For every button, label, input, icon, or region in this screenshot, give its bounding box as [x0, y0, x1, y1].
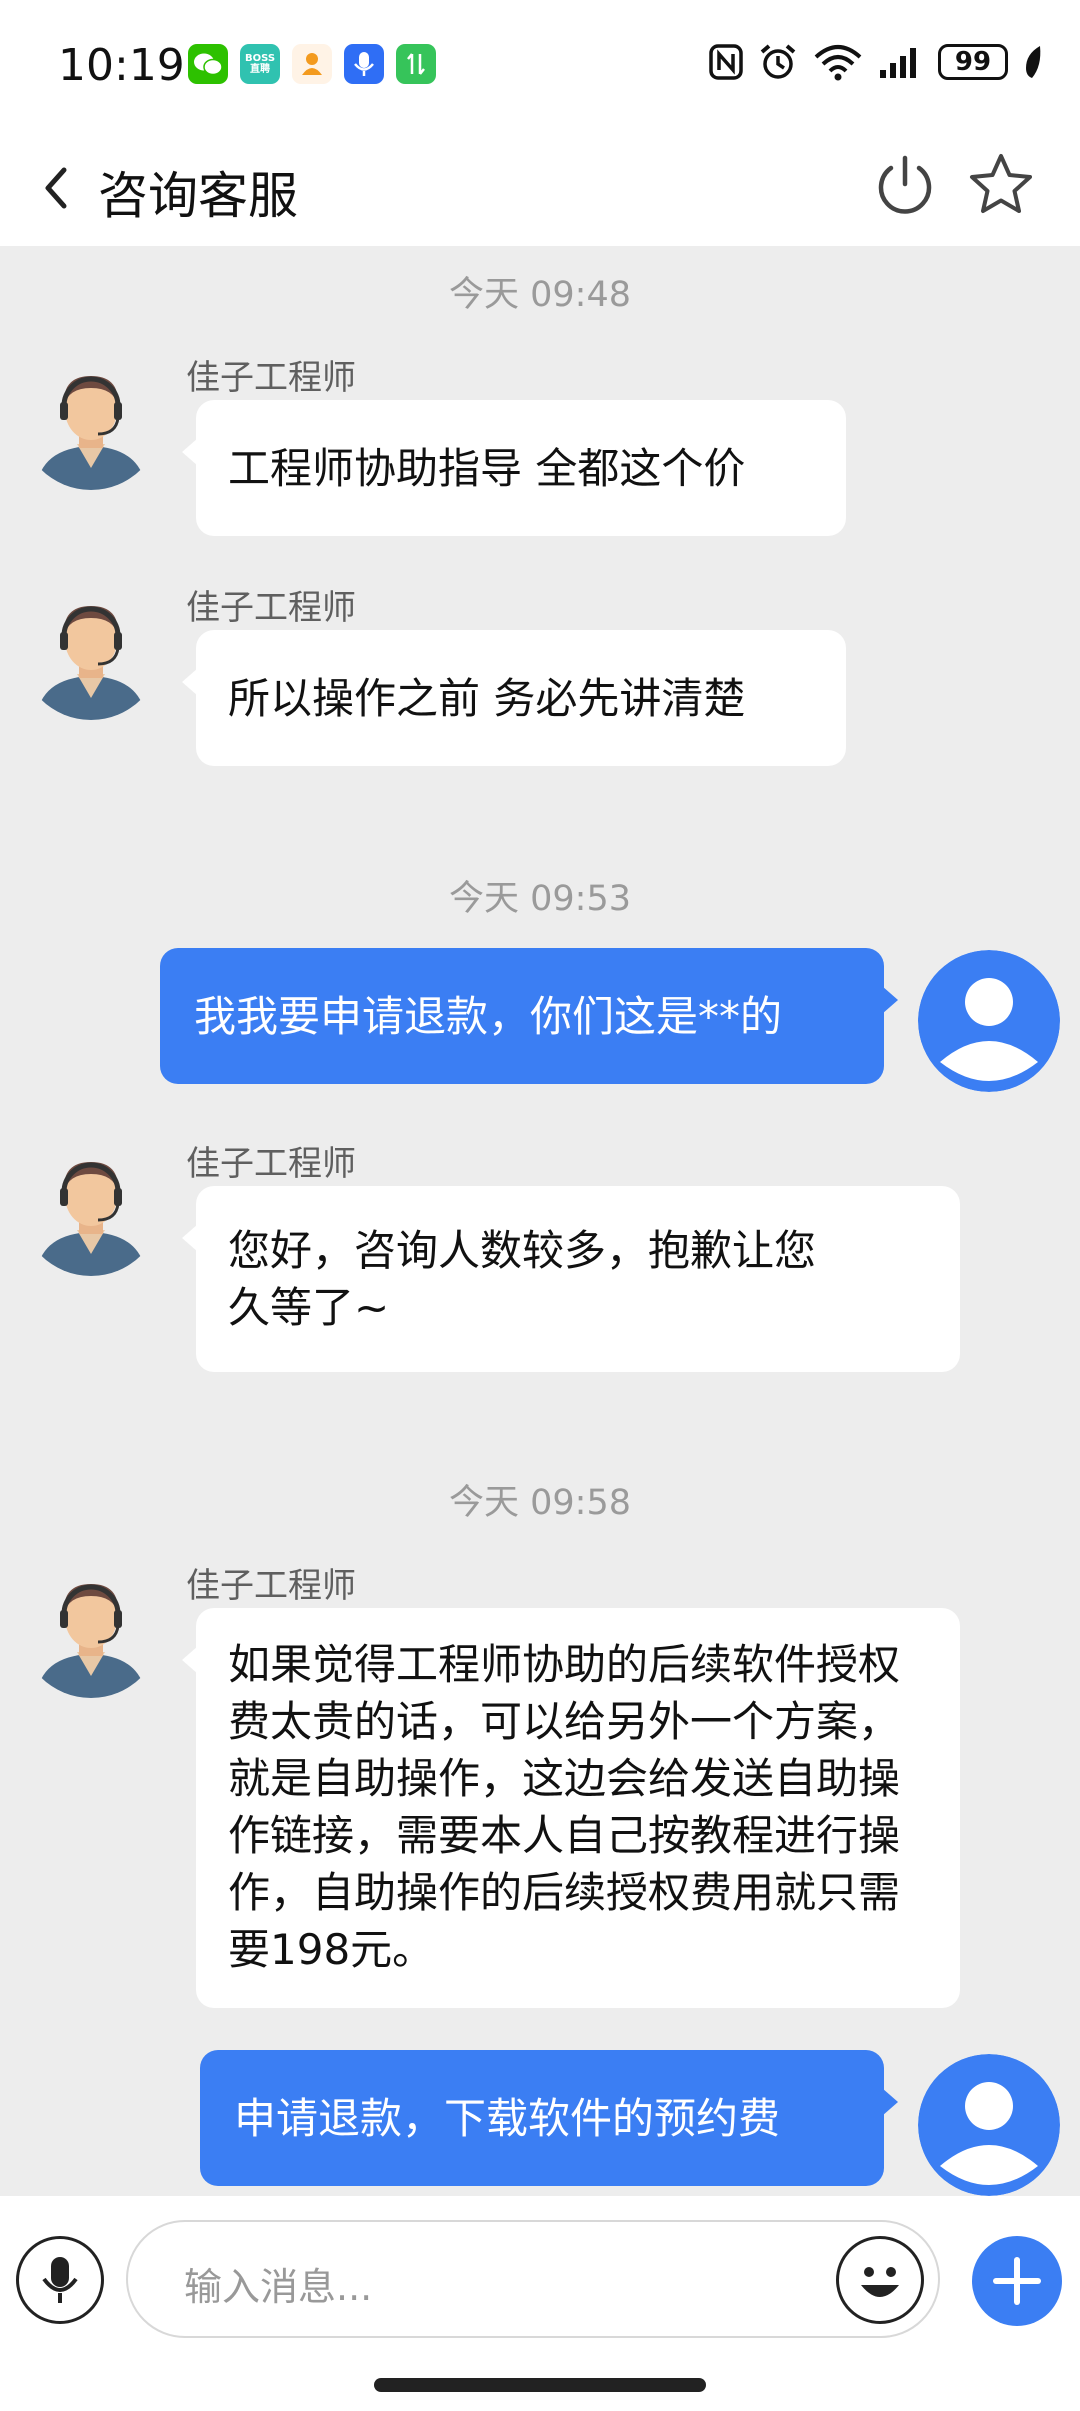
- voice-input-button[interactable]: [16, 2236, 104, 2324]
- transfer-icon: [396, 44, 436, 84]
- message-bubble-outgoing[interactable]: 申请退款，下载软件的预约费: [200, 2050, 898, 2186]
- wechat-icon: [188, 44, 228, 84]
- battery-icon: 99: [938, 44, 1008, 80]
- power-button[interactable]: [872, 150, 938, 220]
- chevron-left-icon: [45, 167, 67, 209]
- message-line: 作链接，需要本人自己按教程进行操: [228, 1811, 901, 1860]
- alarm-icon: [760, 44, 796, 79]
- page-title: 咨询客服: [98, 167, 298, 225]
- message-text: 所以操作之前 务必先讲清楚: [228, 673, 746, 723]
- message-bubble[interactable]: 所以操作之前 务必先讲清楚: [182, 630, 846, 766]
- star-icon: [970, 154, 1032, 213]
- header: 咨询客服: [0, 130, 1080, 246]
- leaf-icon: [1026, 46, 1041, 78]
- sender-name: 佳子工程师: [186, 1144, 356, 1184]
- status-time: 10:19: [58, 40, 185, 91]
- engineer-avatar[interactable]: [20, 1134, 162, 1276]
- input-bar: 输入消息...: [0, 2196, 1080, 2411]
- mic-app-icon: [344, 44, 384, 84]
- chat-area[interactable]: 今天 09:48 佳子工程师 工程师协助指导 全都这个价 佳子工程师 所以操作之…: [0, 246, 1080, 2196]
- nfc-icon: [709, 44, 743, 80]
- sender-name: 佳子工程师: [186, 588, 356, 628]
- message-bubble[interactable]: 您好，咨询人数较多，抱歉让您 久等了~: [182, 1186, 960, 1372]
- message-bubble[interactable]: 如果觉得工程师协助的后续软件授权 费太贵的话，可以给另外一个方案， 就是自助操作…: [182, 1608, 960, 2008]
- message-line: 要198元。: [228, 1925, 435, 1974]
- status-bar: 10:19 BOSS 直聘 99: [0, 0, 1080, 130]
- system-icons: 99: [708, 42, 1044, 82]
- message-line: 如果觉得工程师协助的后续软件授权: [228, 1640, 901, 1689]
- engineer-avatar[interactable]: [20, 1556, 162, 1698]
- power-icon: [878, 155, 932, 214]
- message-text: 申请退款，下载软件的预约费: [234, 2093, 781, 2143]
- message-timestamp: 今天 09:53: [449, 879, 631, 919]
- emoji-button[interactable]: [836, 2236, 924, 2324]
- engineer-avatar[interactable]: [20, 348, 162, 490]
- message-line: 就是自助操作，这边会给发送自助操: [228, 1754, 901, 1803]
- boss-icon: BOSS 直聘: [240, 44, 280, 84]
- back-button[interactable]: [36, 158, 86, 218]
- message-input[interactable]: 输入消息...: [126, 2220, 940, 2338]
- message-bubble-outgoing[interactable]: 我我要申请退款，你们这是**的: [160, 948, 898, 1084]
- notification-icons: BOSS 直聘: [188, 44, 436, 84]
- home-indicator[interactable]: [374, 2378, 706, 2392]
- plus-icon: [993, 2257, 1041, 2305]
- emoji-icon: [861, 2267, 899, 2297]
- message-bubble[interactable]: 工程师协助指导 全都这个价: [182, 400, 846, 536]
- app-icon: [292, 44, 332, 84]
- message-input-placeholder: 输入消息...: [184, 2265, 373, 2309]
- message-line: 您好，咨询人数较多，抱歉让您: [228, 1226, 817, 1275]
- message-line: 作，自助操作的后续授权费用就只需: [228, 1868, 901, 1917]
- message-text: 工程师协助指导 全都这个价: [228, 443, 746, 493]
- sender-name: 佳子工程师: [186, 1566, 356, 1606]
- wifi-icon: [814, 45, 862, 81]
- user-avatar[interactable]: [918, 2054, 1060, 2196]
- message-line: 费太贵的话，可以给另外一个方案，: [228, 1697, 901, 1746]
- sender-name: 佳子工程师: [186, 358, 356, 398]
- message-line: 久等了~: [228, 1283, 390, 1332]
- signal-icon: [880, 48, 916, 78]
- user-avatar[interactable]: [918, 950, 1060, 1092]
- message-timestamp: 今天 09:48: [449, 275, 631, 315]
- more-button[interactable]: [972, 2236, 1062, 2326]
- message-text: 我我要申请退款，你们这是**的: [194, 991, 783, 1041]
- message-timestamp: 今天 09:58: [449, 1483, 631, 1523]
- battery-level: 99: [954, 47, 992, 77]
- favorite-button[interactable]: [966, 150, 1036, 220]
- microphone-icon: [42, 2257, 78, 2303]
- engineer-avatar[interactable]: [20, 578, 162, 720]
